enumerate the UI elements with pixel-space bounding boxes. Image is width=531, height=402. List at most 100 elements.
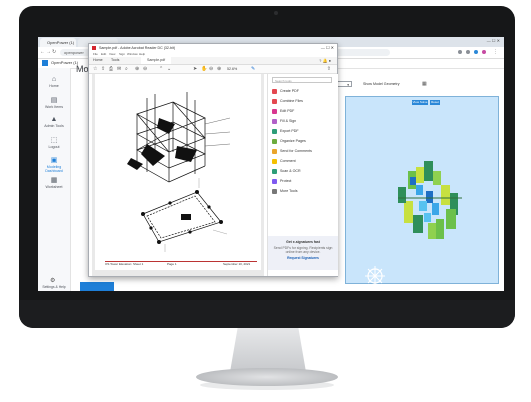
organize-pages-icon	[272, 138, 277, 144]
tools-pane: Search tools Create PDF Combine Files Ed…	[267, 74, 338, 276]
comment-icon	[272, 158, 277, 164]
upload-icon[interactable]: ⇪	[101, 66, 105, 72]
mail-icon[interactable]: ✉	[117, 66, 121, 72]
promo-title: Get e-signatures fast	[286, 240, 320, 244]
acrobat-tabs: Home Tools Sample.pdf ? 🔔 ●	[89, 57, 337, 65]
page-up-icon[interactable]: ⌃	[159, 66, 163, 72]
tool-organize-pages[interactable]: Organize Pages	[272, 138, 306, 145]
pdf-page: OS Tower Elevation: Sheet 1 Page 1 Septe…	[95, 74, 261, 270]
sidebar-item-modeling[interactable]: ▣ Modeling Dashboard	[38, 156, 70, 173]
sidebar-item-logout[interactable]: ⬚ Logout	[38, 136, 70, 149]
tower-drawing	[127, 92, 231, 252]
sidebar-item-admin-tools[interactable]: ▲ Admin Tools	[38, 116, 70, 128]
hand-icon[interactable]: ✋	[201, 66, 207, 72]
acrobat-toolbar: ☆ ⇪ ⎙ ✉ ⌕ ⊕ ⊖ ⌃ ⌄ ➤ ✋ ⊖ ⊕ 52.6% ✎ ⇧	[89, 65, 337, 74]
save-icon[interactable]: ☆	[93, 66, 97, 72]
tools-search-input[interactable]: Search tools	[272, 77, 332, 83]
worksheet-icon: ▦	[50, 177, 58, 184]
app-sidebar: ⌂ Home ▤ Work Items ▲ Admin Tools ⬚ Logout ▣…	[38, 68, 71, 291]
3d-model-viewer[interactable]: View Solve Reset	[345, 96, 499, 286]
home-icon: ⌂	[51, 76, 57, 83]
footer-left: OS Tower Elevation: Sheet 1	[105, 262, 144, 266]
menu-icon[interactable]: ⋮	[493, 49, 498, 55]
tool-combine-files[interactable]: Combine Files	[272, 98, 303, 105]
compass-rose-icon	[365, 266, 385, 286]
combine-files-icon	[272, 98, 277, 104]
acrobat-window: Sample.pdf - Adobe Acrobat Reader DC (32…	[88, 43, 338, 277]
prev-page-icon[interactable]: ⊕	[135, 66, 139, 72]
next-page-icon[interactable]: ⊖	[143, 66, 147, 72]
page-down-icon[interactable]: ⌄	[167, 66, 171, 72]
show-model-geometry-label[interactable]: Show Model Geometry	[363, 82, 400, 86]
protect-icon	[272, 178, 277, 184]
search-icon[interactable]: ⌕	[125, 66, 128, 72]
sidebar-item-home[interactable]: ⌂ Home	[38, 76, 70, 88]
share-icon[interactable]: ⇧	[327, 66, 331, 72]
reset-button[interactable]: Reset	[430, 100, 440, 105]
page-title: Mo	[76, 64, 89, 74]
tool-send-for-comments[interactable]: Send for Comments	[272, 148, 312, 155]
request-signatures-link[interactable]: Request Signatures	[268, 256, 338, 260]
scan-ocr-icon	[272, 168, 277, 174]
zoom-in-icon[interactable]: ⊕	[217, 66, 221, 72]
acrobat-window-controls[interactable]: — ☐ ✕	[321, 44, 334, 52]
zoom-out-icon[interactable]: ⊖	[209, 66, 213, 72]
bookmark-icon[interactable]	[466, 50, 470, 54]
tool-more-tools[interactable]: More Tools	[272, 188, 298, 195]
grid-icon[interactable]: ▦	[422, 81, 427, 87]
tab-tools[interactable]: Tools	[111, 57, 119, 64]
acrobat-title: Sample.pdf - Adobe Acrobat Reader DC (32…	[99, 46, 176, 50]
tool-comment[interactable]: Comment	[272, 158, 296, 165]
tool-protect[interactable]: Protect	[272, 178, 291, 185]
forward-icon[interactable]: →	[46, 49, 51, 55]
tower-3d-model	[398, 161, 462, 239]
refresh-icon[interactable]: ↻	[52, 49, 56, 55]
model-icon: ▣	[50, 157, 58, 164]
app-brand: OpenPower (1)	[51, 60, 79, 65]
document-area: OS Tower Elevation: Sheet 1 Page 1 Septe…	[92, 74, 264, 276]
sidebar-item-worksheet[interactable]: ▦ Worksheet	[38, 176, 70, 189]
tools-icon: ▲	[50, 116, 58, 123]
acrobat-logo-icon	[92, 46, 96, 50]
window-controls[interactable]: — ☐ ✕	[487, 38, 500, 43]
monitor-chin	[19, 300, 515, 328]
monitor-base	[196, 368, 338, 386]
export-pdf-icon	[272, 128, 277, 134]
browser-tab-openpower[interactable]: OpenPower (1)	[40, 38, 76, 47]
print-icon[interactable]: ⎙	[109, 66, 113, 72]
logout-icon: ⬚	[50, 137, 58, 144]
tab-document[interactable]: Sample.pdf	[141, 57, 172, 64]
acrobat-header-icons[interactable]: ? 🔔 ●	[319, 58, 331, 63]
settings-gear-icon[interactable]: ⚙	[50, 277, 55, 284]
back-icon[interactable]: ←	[40, 49, 45, 55]
view-solve-button[interactable]: View Solve	[412, 100, 428, 105]
extension-icon[interactable]	[458, 50, 462, 54]
create-pdf-icon	[272, 88, 277, 94]
monitor-stand	[230, 328, 306, 372]
footer-page: Page 1	[167, 262, 177, 266]
zoom-level[interactable]: 52.6%	[227, 67, 237, 71]
footer-date: September 10, 2021	[223, 262, 251, 266]
settings-help-label[interactable]: Settings & Help	[40, 285, 68, 289]
more-tools-icon	[272, 188, 277, 194]
minimize-button[interactable]: —	[487, 38, 491, 43]
send-for-comments-icon	[272, 148, 277, 154]
select-cursor-icon[interactable]: ➤	[193, 66, 197, 72]
avatar[interactable]	[482, 50, 486, 54]
promo-text: Send PDFs for signing. Recipients sign o…	[273, 246, 333, 254]
primary-action-button[interactable]	[80, 282, 114, 291]
acrobat-titlebar: Sample.pdf - Adobe Acrobat Reader DC (32…	[89, 44, 337, 52]
tool-fill-sign[interactable]: Fill & Sign	[272, 118, 296, 125]
close-button[interactable]: ✕	[497, 38, 500, 43]
screen: OpenPower (1) — ☐ ✕ ← → ↻ openpower ⋮ Op…	[38, 37, 504, 291]
briefcase-icon: ▤	[50, 97, 58, 104]
tool-create-pdf[interactable]: Create PDF	[272, 88, 299, 95]
tab-home[interactable]: Home	[93, 57, 103, 64]
tool-scan-ocr[interactable]: Scan & OCR	[272, 168, 301, 175]
sidebar-item-work-items[interactable]: ▤ Work Items	[38, 96, 70, 109]
tool-export-pdf[interactable]: Export PDF	[272, 128, 299, 135]
profile-icon[interactable]	[474, 50, 478, 54]
tool-edit-pdf[interactable]: Edit PDF	[272, 108, 294, 115]
maximize-button[interactable]: ☐	[492, 38, 496, 43]
annotate-icon[interactable]: ✎	[251, 66, 255, 72]
